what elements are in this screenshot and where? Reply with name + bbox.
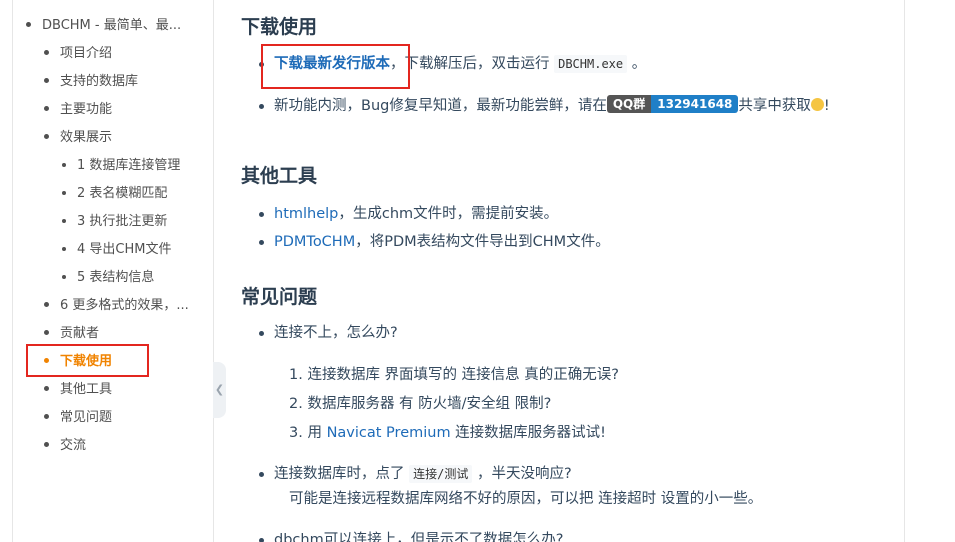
pdmtochm-text: ，将PDM表结构文件导出到CHM文件。: [355, 234, 610, 250]
active-item-highlight: [26, 344, 149, 377]
bullet: [26, 22, 31, 27]
faq-q2-answer: 可能是连接远程数据库网络不好的原因，可以把 连接超时 设置的小一些。: [289, 491, 763, 507]
sidebar-item-label: 其他工具: [60, 382, 113, 397]
download-text: ，下载解压后，双击运行: [390, 56, 550, 72]
bullet: [259, 212, 264, 217]
connect-test-code: 连接/测试: [409, 465, 473, 483]
faq-step-3: 3. 用 Navicat Premium 连接数据库服务器试试!: [289, 425, 606, 441]
bullet: [259, 240, 264, 245]
sidebar-item[interactable]: DBCHM - 最简单、最...: [26, 17, 181, 35]
bullet: [259, 538, 264, 542]
sidebar-item[interactable]: 交流: [44, 437, 86, 455]
sidebar-item[interactable]: 项目介绍: [44, 45, 112, 63]
bullet: [259, 331, 264, 336]
htmlhelp-text: ，生成chm文件时，需提前安装。: [338, 206, 559, 222]
bullet: [44, 50, 49, 55]
sidebar-item-label: 支持的数据库: [60, 74, 139, 89]
bullet: [62, 274, 66, 279]
bullet: [62, 190, 66, 195]
pdmtochm-link[interactable]: PDMToCHM: [274, 234, 355, 250]
content-border: [904, 0, 905, 542]
sidebar-item-label: 6 更多格式的效果，...: [60, 298, 189, 313]
list-item-beta: 新功能内测，Bug修复早知道，最新功能尝鲜，请在 QQ群 132941648 共享中获…: [259, 95, 830, 116]
sidebar-item[interactable]: 效果展示: [44, 129, 112, 147]
faq-q1: 连接不上，怎么办?: [259, 323, 398, 343]
bullet: [62, 246, 66, 251]
bullet: [259, 104, 264, 109]
bullet: [62, 218, 66, 223]
sidebar-item[interactable]: 支持的数据库: [44, 73, 138, 91]
sidebar-item-label: DBCHM - 最简单、最...: [42, 18, 182, 33]
heading-faq: 常见问题: [241, 286, 318, 308]
beta-tail: 共享中获取: [738, 98, 811, 114]
faq-q3: dbchm可以连接上，但是示不了数据怎么办?: [259, 530, 563, 542]
sidebar-item-label: 项目介绍: [60, 46, 113, 61]
beta-text: 新功能内测，Bug修复早知道，最新功能尝鲜，请在: [274, 98, 607, 114]
bullet: [44, 442, 49, 447]
sidebar-item-label: 3 执行批注更新: [77, 214, 168, 229]
bullet: [259, 472, 264, 477]
bullet: [44, 414, 49, 419]
faq-q1-text: 连接不上，怎么办?: [274, 325, 398, 341]
sidebar-item-label: 交流: [60, 438, 87, 453]
bullet: [44, 134, 49, 139]
sidebar-item[interactable]: 4 导出CHM文件: [62, 241, 171, 259]
sidebar-item[interactable]: 3 执行批注更新: [62, 213, 167, 231]
download-tail: 。: [631, 56, 647, 72]
sidebar-item-label: 主要功能: [60, 102, 113, 117]
sidebar-item[interactable]: 贡献者: [44, 325, 99, 343]
sidebar-item-label: 2 表名模糊匹配: [77, 186, 168, 201]
heading-tools: 其他工具: [241, 165, 318, 187]
bullet: [44, 78, 49, 83]
sidebar-item[interactable]: 6 更多格式的效果，...: [44, 297, 189, 315]
bullet: [44, 386, 49, 391]
sidebar-item[interactable]: 其他工具: [44, 381, 112, 399]
sidebar-item[interactable]: 5 表结构信息: [62, 269, 154, 287]
sidebar-item-label: 1 数据库连接管理: [77, 158, 181, 173]
bullet: [44, 330, 49, 335]
smile-emoji-icon: [810, 97, 824, 111]
chevron-left-icon: ❮: [214, 383, 225, 396]
sidebar-item-label: 5 表结构信息: [77, 270, 155, 285]
sidebar-item-label: 效果展示: [60, 130, 113, 145]
bullet: [44, 302, 49, 307]
bullet: [44, 106, 49, 111]
sidebar-item[interactable]: 1 数据库连接管理: [62, 157, 180, 175]
exe-code: DBCHM.exe: [554, 55, 628, 73]
navicat-link[interactable]: Navicat Premium: [327, 425, 451, 441]
faq-q2: 连接数据库时，点了 连接/测试 ，半天没响应?: [259, 464, 572, 484]
sidebar-collapse-handle[interactable]: ❮: [213, 362, 226, 418]
qq-group-badge[interactable]: QQ群 132941648: [606, 95, 739, 113]
faq-step-1: 1. 连接数据库 界面填写的 连接信息 真的正确无误?: [289, 367, 619, 383]
beta-end: !: [823, 98, 830, 114]
htmlhelp-link[interactable]: htmlhelp: [274, 206, 338, 222]
faq-step-2: 2. 数据库服务器 有 防火墙/安全组 限制?: [289, 396, 552, 412]
sidebar-item[interactable]: 主要功能: [44, 101, 112, 119]
sidebar-item[interactable]: 常见问题: [44, 409, 112, 427]
list-item-pdmtochm: PDMToCHM，将PDM表结构文件导出到CHM文件。: [259, 232, 610, 252]
bullet: [62, 162, 66, 167]
sidebar-item[interactable]: 2 表名模糊匹配: [62, 185, 167, 203]
sidebar-item-label: 4 导出CHM文件: [77, 242, 172, 257]
list-item-htmlhelp: htmlhelp，生成chm文件时，需提前安装。: [259, 204, 559, 224]
download-link-highlight: [261, 44, 410, 89]
sidebar-item-label: 贡献者: [60, 326, 100, 341]
sidebar-item-label: 常见问题: [60, 410, 113, 425]
heading-download: 下载使用: [241, 16, 318, 38]
